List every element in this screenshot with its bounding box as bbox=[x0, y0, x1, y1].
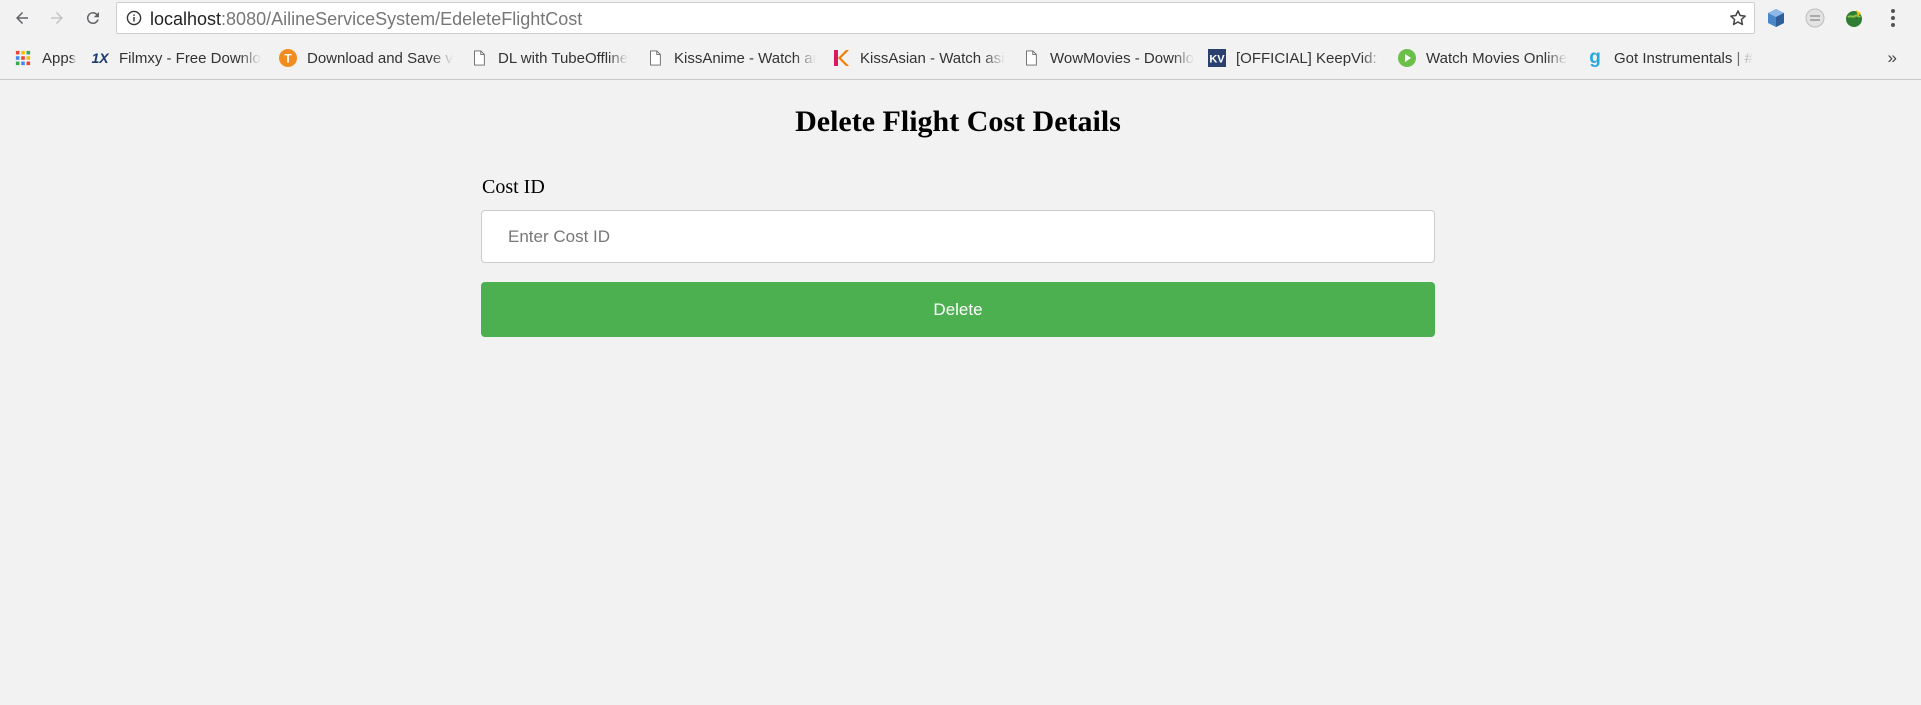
bookmark-label: KissAsian - Watch asi bbox=[860, 49, 1005, 67]
filmxy-icon: 1X bbox=[91, 50, 109, 66]
url-path: :8080/AilineServiceSystem/EdeleteFlightC… bbox=[221, 9, 583, 29]
forward-button[interactable] bbox=[44, 5, 70, 31]
extension-gray-icon[interactable] bbox=[1804, 7, 1826, 29]
url-text: localhost:8080/AilineServiceSystem/Edele… bbox=[150, 9, 582, 30]
cost-id-input[interactable] bbox=[481, 210, 1435, 263]
cost-id-label: Cost ID bbox=[482, 176, 545, 198]
svg-text:KV: KV bbox=[1209, 54, 1225, 66]
bookmark-label: WowMovies - Downlo bbox=[1050, 49, 1194, 67]
bookmarks-overflow-button[interactable]: » bbox=[1888, 48, 1897, 68]
page-icon bbox=[646, 49, 664, 67]
bookmark-got-instrumentals[interactable]: g Got Instrumentals | # bbox=[1586, 43, 1756, 73]
bookmark-kissanime[interactable]: KissAnime - Watch ar bbox=[646, 43, 816, 73]
bookmark-label: Watch Movies Online bbox=[1426, 49, 1568, 67]
bookmark-label: Download and Save v bbox=[307, 49, 453, 67]
page-icon bbox=[1022, 49, 1040, 67]
bookmark-label: Apps bbox=[42, 49, 77, 67]
play-icon bbox=[1398, 49, 1416, 67]
bookmark-star-icon[interactable] bbox=[1728, 8, 1748, 28]
extension-cube-icon[interactable] bbox=[1765, 7, 1787, 29]
kissasian-icon bbox=[832, 49, 850, 67]
url-host: localhost bbox=[150, 9, 222, 29]
delete-button[interactable]: Delete bbox=[481, 282, 1435, 337]
bookmark-label: [OFFICIAL] KeepVid: D bbox=[1236, 49, 1383, 67]
info-icon[interactable] bbox=[126, 10, 142, 26]
address-bar[interactable]: localhost:8080/AilineServiceSystem/Edele… bbox=[116, 2, 1755, 34]
bookmark-label: Got Instrumentals | # bbox=[1614, 49, 1753, 67]
more-menu-icon[interactable] bbox=[1882, 7, 1904, 29]
bookmark-wowmovies[interactable]: WowMovies - Downlo bbox=[1022, 43, 1194, 73]
bookmarks-bar: Apps 1X Filmxy - Free Downlo T Download … bbox=[0, 43, 1921, 73]
tubeoffline-icon: T bbox=[279, 49, 297, 67]
back-button[interactable] bbox=[9, 5, 35, 31]
bookmark-label: KissAnime - Watch ar bbox=[674, 49, 816, 67]
arrow-right-icon bbox=[51, 12, 63, 24]
bookmark-label: Filmxy - Free Downlo bbox=[119, 49, 261, 67]
chrome-divider bbox=[0, 79, 1921, 80]
apps-grid-icon bbox=[14, 49, 32, 67]
bookmark-download-save[interactable]: T Download and Save v bbox=[279, 43, 453, 73]
bookmark-label: DL with TubeOffline bbox=[498, 49, 629, 67]
page-icon bbox=[470, 49, 488, 67]
page-title: Delete Flight Cost Details bbox=[795, 105, 1121, 138]
bookmark-watch-movies[interactable]: Watch Movies Online bbox=[1398, 43, 1572, 73]
svg-text:T: T bbox=[284, 52, 292, 66]
bookmark-keepvid[interactable]: KV [OFFICIAL] KeepVid: D bbox=[1208, 43, 1383, 73]
bookmark-kissasian[interactable]: KissAsian - Watch asi bbox=[832, 43, 1007, 73]
bookmark-apps[interactable]: Apps bbox=[14, 43, 84, 73]
browser-toolbar: localhost:8080/AilineServiceSystem/Edele… bbox=[0, 0, 1921, 35]
keepvid-icon: KV bbox=[1208, 49, 1226, 67]
bookmark-filmxy[interactable]: 1X Filmxy - Free Downlo bbox=[91, 43, 263, 73]
g-icon: g bbox=[1589, 47, 1601, 68]
reload-icon bbox=[86, 12, 99, 25]
bookmark-dl-tubeoffline[interactable]: DL with TubeOffline bbox=[470, 43, 632, 73]
reload-button[interactable] bbox=[80, 5, 106, 31]
arrow-left-icon bbox=[16, 12, 28, 24]
extension-globe-icon[interactable] bbox=[1843, 7, 1865, 29]
